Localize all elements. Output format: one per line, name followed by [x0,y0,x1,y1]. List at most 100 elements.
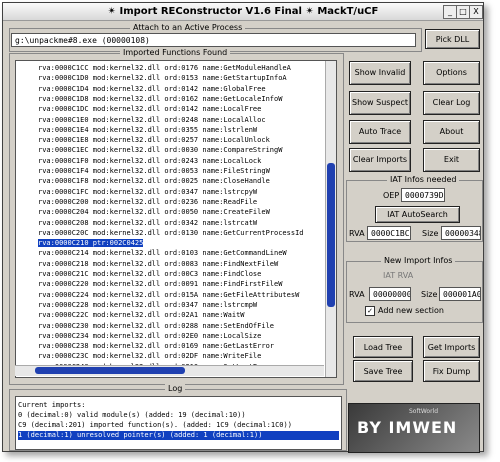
log-line: 1 (decimal:1) unresolved pointer(s) (add… [18,431,339,440]
import-row-label: rva:0000C230 mod:kernel32.dll ord:0288 n… [38,321,275,330]
iat-autosearch-button[interactable]: IAT AutoSearch [375,206,460,223]
oep-field[interactable]: 0000739D [401,188,445,202]
show-suspect-button[interactable]: Show Suspect [349,91,411,115]
pick-dll-button[interactable]: Pick DLL [425,29,480,49]
add-section-label: Add new section [378,306,444,315]
title-bar[interactable]: ✴ Import REConstructor V1.6 Final ✴ Mack… [3,3,483,21]
rva-label: RVA [349,229,365,238]
clear-log-button[interactable]: Clear Log [423,91,480,115]
import-row[interactable]: rva:0000C21C mod:kernel32.dll ord:00C3 n… [38,269,261,279]
import-row[interactable]: rva:0000C1CC mod:kernel32.dll ord:0176 n… [38,63,291,73]
import-row[interactable]: rva:0000C20C mod:kernel32.dll ord:0130 n… [38,228,304,238]
load-tree-button[interactable]: Load Tree [353,336,413,358]
minimize-button[interactable]: _ [443,5,457,19]
import-row-label: rva:0000C1CC mod:kernel32.dll ord:0176 n… [38,64,291,72]
import-row[interactable]: rva:0000C1FC mod:kernel32.dll ord:0347 n… [38,187,257,197]
import-row[interactable]: rva:0000C1E8 mod:kernel32.dll ord:0257 n… [38,135,270,145]
horizontal-scroll-thumb[interactable] [35,367,185,374]
save-tree-button[interactable]: Save Tree [353,360,413,382]
import-row[interactable]: rva:0000C200 mod:kernel32.dll ord:0236 n… [38,197,257,207]
import-row[interactable]: rva:0000C218 mod:kernel32.dll ord:0083 n… [38,259,278,269]
log-box[interactable]: Current imports: 0 (decimal:0) valid modu… [15,396,342,450]
import-row[interactable]: rva:0000C1D0 mod:kernel32.dll ord:0153 n… [38,73,287,83]
vertical-scroll-thumb[interactable] [327,163,335,307]
new-rva-label: RVA [349,290,365,299]
new-import-group-label: New Import Infos [381,256,456,265]
about-button[interactable]: About [423,120,480,144]
import-row[interactable]: rva:0000C1E4 mod:kernel32.dll ord:0355 n… [38,125,257,135]
import-row[interactable]: rva:0000C1D8 mod:kernel32.dll ord:0162 n… [38,94,282,104]
import-row[interactable]: rva:0000C23C mod:kernel32.dll ord:02DF n… [38,351,261,361]
import-row[interactable]: rva:0000C1EC mod:kernel32.dll ord:0030 n… [38,145,282,155]
add-section-checkbox[interactable]: ✓ [365,306,375,316]
import-row[interactable]: rva:0000C238 mod:kernel32.dll ord:0169 n… [38,341,274,351]
import-row-label: rva:0000C21C mod:kernel32.dll ord:00C3 n… [38,270,262,278]
import-row-label: rva:0000C1D0 mod:kernel32.dll ord:0153 n… [38,74,287,83]
window-title: ✴ Import REConstructor V1.6 Final ✴ Mack… [107,6,379,17]
iat-group-label: IAT Infos needed [387,175,460,184]
import-row[interactable]: rva:0000C210 ptr:002C0425 [38,238,144,248]
import-row-label: rva:0000C224 mod:kernel32.dll ord:015A n… [38,290,300,299]
import-row-label: rva:0000C1D8 mod:kernel32.dll ord:0162 n… [38,94,283,103]
import-row-label: rva:0000C218 mod:kernel32.dll ord:0083 n… [38,259,279,268]
process-select[interactable]: g:\unpackme#8.exe (00000108) [11,33,416,47]
auto-trace-button[interactable]: Auto Trace [349,120,411,144]
vertical-scrollbar[interactable] [325,61,336,377]
logo-text: BY IMWEN [357,418,458,437]
import-row-label: rva:0000C1D4 mod:kernel32.dll ord:0142 n… [38,84,266,93]
new-rva-field[interactable]: 00000000 [369,287,411,301]
import-row-label: rva:0000C234 mod:kernel32.dll ord:02E0 n… [38,331,262,340]
import-row-label: rva:0000C228 mod:kernel32.dll ord:0347 n… [38,300,258,309]
import-row[interactable]: rva:0000C1E0 mod:kernel32.dll ord:0248 n… [38,115,266,125]
import-row[interactable]: rva:0000C1F8 mod:kernel32.dll ord:0025 n… [38,176,270,186]
import-row[interactable]: rva:0000C208 mod:kernel32.dll ord:0342 n… [38,218,257,228]
import-row[interactable]: rva:0000C1F0 mod:kernel32.dll ord:0243 n… [38,156,261,166]
rva-field[interactable]: 0000C1BC [367,226,411,240]
import-row[interactable]: rva:0000C220 mod:kernel32.dll ord:0091 n… [38,279,282,289]
import-row-label: rva:0000C1DC mod:kernel32.dll ord:0142 n… [38,105,262,114]
imports-tree[interactable]: rva:0000C1CC mod:kernel32.dll ord:0176 n… [15,60,337,378]
import-row-label: rva:0000C23C mod:kernel32.dll ord:02DF n… [38,352,262,361]
import-row-label: rva:0000C1FC mod:kernel32.dll ord:0347 n… [38,187,258,196]
horizontal-scrollbar[interactable] [15,365,324,376]
maximize-button[interactable]: □ [456,5,470,19]
import-row[interactable]: rva:0000C22C mod:kernel32.dll ord:02A1 n… [38,310,245,320]
import-row-label: rva:0000C238 mod:kernel32.dll ord:0169 n… [38,342,275,351]
import-row[interactable]: rva:0000C234 mod:kernel32.dll ord:02E0 n… [38,331,261,341]
logo-small-text: SoftWorld [409,408,439,415]
fix-dump-button[interactable]: Fix Dump [423,360,480,382]
main-window: ✴ Import REConstructor V1.6 Final ✴ Mack… [2,2,484,453]
import-row-label: rva:0000C204 mod:kernel32.dll ord:0050 n… [38,208,270,217]
import-row-label: rva:0000C1E0 mod:kernel32.dll ord:0248 n… [38,115,266,124]
import-row-label: rva:0000C200 mod:kernel32.dll ord:0236 n… [38,197,258,206]
new-size-field[interactable]: 000001A0 [439,287,481,301]
import-row-label: rva:0000C1F4 mod:kernel32.dll ord:0053 n… [38,167,270,175]
log-line: 0 (decimal:0) valid module(s) (added: 19… [18,411,246,419]
close-button[interactable]: X [469,5,483,19]
import-row[interactable]: rva:0000C230 mod:kernel32.dll ord:0288 n… [38,321,274,331]
show-invalid-button[interactable]: Show Invalid [349,61,411,85]
import-row-label: rva:0000C1E8 mod:kernel32.dll ord:0257 n… [38,136,270,145]
options-button[interactable]: Options [423,61,480,85]
iat-rva-label: IAT RVA [383,271,414,280]
import-row[interactable]: rva:0000C1D4 mod:kernel32.dll ord:0142 n… [38,84,266,94]
log-line: C9 (decimal:201) imported function(s). (… [18,421,292,429]
import-row-label: rva:0000C1E4 mod:kernel32.dll ord:0355 n… [38,125,258,134]
import-row-label: rva:0000C1F0 mod:kernel32.dll ord:0243 n… [38,156,262,165]
imports-group-label: Imported Functions Found [120,48,231,57]
log-group-label: Log [165,384,186,393]
import-row[interactable]: rva:0000C1F4 mod:kernel32.dll ord:0053 n… [38,166,270,176]
import-row[interactable]: rva:0000C228 mod:kernel32.dll ord:0347 n… [38,300,257,310]
exit-button[interactable]: Exit [423,148,480,172]
import-row[interactable]: rva:0000C204 mod:kernel32.dll ord:0050 n… [38,207,270,217]
import-row[interactable]: rva:0000C214 mod:kernel32.dll ord:0103 n… [38,248,287,258]
author-logo: SoftWorld BY IMWEN [348,403,480,453]
import-row[interactable]: rva:0000C1DC mod:kernel32.dll ord:0142 n… [38,104,261,114]
get-imports-button[interactable]: Get Imports [423,336,480,358]
import-row[interactable]: rva:0000C224 mod:kernel32.dll ord:015A n… [38,290,299,300]
size-field[interactable]: 00000348 [441,226,481,240]
import-row-label: rva:0000C20C mod:kernel32.dll ord:0130 n… [38,228,304,237]
import-row-label: rva:0000C210 ptr:002C0425 [38,239,144,248]
clear-imports-button[interactable]: Clear Imports [349,148,411,172]
new-size-label: Size [421,290,438,299]
